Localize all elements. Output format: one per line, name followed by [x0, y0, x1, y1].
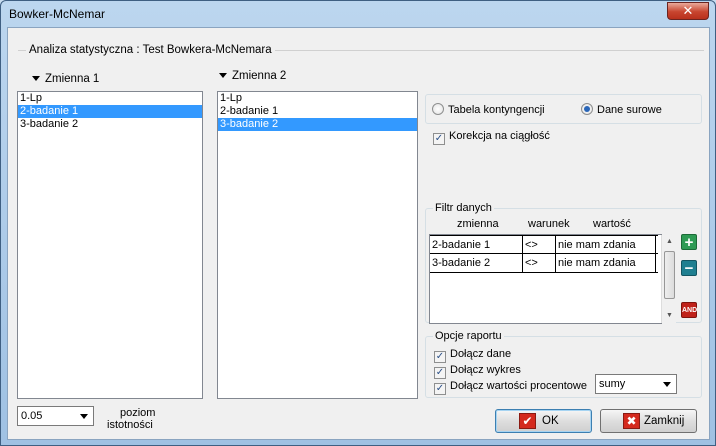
close-icon: ✖ — [623, 413, 640, 429]
title-bar[interactable]: Bowker-McNemar ✕ — [1, 1, 715, 27]
and-label: AND — [682, 307, 698, 314]
include-percent-label: Dołącz wartości procentowe — [450, 380, 587, 392]
checkmark-icon: ✓ — [434, 367, 446, 379]
filter-cell-condition[interactable]: <> — [523, 254, 556, 272]
filter-title: Filtr danych — [433, 202, 494, 214]
include-percent-checkbox[interactable]: ✓ Dołącz wartości procentowe — [434, 380, 587, 395]
continuity-checkbox[interactable]: ✓ Korekcja na ciągłość — [433, 130, 550, 145]
table-row[interactable]: 2-badanie 1 <> nie mam zdania — [430, 235, 658, 254]
scroll-up-icon[interactable]: ▲ — [662, 235, 677, 249]
var2-listbox[interactable]: 1-Lp 2-badanie 1 3-badanie 2 — [217, 91, 418, 399]
filter-header-value: wartość — [593, 218, 631, 230]
percent-mode-value: sumy — [599, 378, 626, 390]
list-item[interactable]: 2-badanie 1 — [18, 105, 202, 118]
filter-cell-variable[interactable]: 2-badanie 1 — [430, 236, 523, 254]
filter-cell-value[interactable]: nie mam zdania — [556, 236, 656, 254]
var1-header[interactable]: Zmienna 1 — [32, 73, 99, 85]
significance-label-line2: istotności — [107, 419, 153, 431]
chevron-down-icon — [80, 414, 88, 419]
include-chart-label: Dołącz wykres — [450, 364, 521, 376]
checkmark-icon: ✓ — [434, 383, 446, 395]
list-item[interactable]: 3-badanie 2 — [218, 118, 417, 131]
close-label: Zamknij — [644, 415, 685, 427]
var1-header-label: Zmienna 1 — [45, 73, 100, 85]
scroll-thumb[interactable] — [664, 251, 675, 299]
list-item[interactable]: 3-badanie 2 — [18, 118, 202, 131]
radio-raw-data[interactable]: Dane surowe — [581, 103, 662, 116]
add-filter-button[interactable]: + — [681, 234, 697, 250]
significance-label-line1: poziom — [120, 407, 156, 419]
plus-icon: + — [684, 234, 694, 251]
window-title: Bowker-McNemar — [9, 7, 106, 21]
checkmark-icon: ✓ — [434, 351, 446, 363]
radio-contingency-label: Tabela kontyngencji — [448, 104, 545, 116]
var2-header[interactable]: Zmienna 2 — [219, 70, 286, 82]
remove-filter-button[interactable]: − — [681, 260, 697, 276]
triangle-down-icon — [219, 73, 227, 79]
radio-contingency-table[interactable]: Tabela kontyngencji — [432, 103, 545, 116]
filter-cell-value[interactable]: nie mam zdania — [556, 254, 656, 272]
significance-select[interactable]: 0.05 — [17, 406, 94, 426]
percent-mode-select[interactable]: sumy — [595, 374, 677, 394]
var2-header-label: Zmienna 2 — [232, 70, 287, 82]
filter-header-variable: zmienna — [457, 218, 499, 230]
continuity-label: Korekcja na ciągłość — [449, 130, 550, 142]
include-chart-checkbox[interactable]: ✓ Dołącz wykres — [434, 364, 521, 379]
filter-cell-condition[interactable]: <> — [523, 236, 556, 254]
list-item[interactable]: 1-Lp — [218, 92, 417, 105]
filter-scrollbar[interactable]: ▲ ▼ — [661, 235, 676, 323]
ok-button[interactable]: ✔ OK — [495, 409, 592, 433]
scroll-down-icon[interactable]: ▼ — [662, 309, 677, 323]
filter-cell-variable[interactable]: 3-badanie 2 — [430, 254, 523, 272]
checkmark-icon: ✔ — [519, 413, 536, 429]
minus-icon: − — [684, 260, 694, 277]
filter-header-condition: warunek — [528, 218, 570, 230]
table-row[interactable]: 3-badanie 2 <> nie mam zdania — [430, 254, 658, 273]
radio-icon — [432, 103, 444, 115]
dialog-window: Bowker-McNemar ✕ Analiza statystyczna : … — [0, 0, 716, 446]
filter-table[interactable]: 2-badanie 1 <> nie mam zdania 3-badanie … — [429, 234, 662, 324]
list-item[interactable]: 2-badanie 1 — [218, 105, 417, 118]
significance-value: 0.05 — [21, 410, 43, 422]
checkmark-icon: ✓ — [433, 133, 445, 145]
radio-raw-label: Dane surowe — [597, 104, 662, 116]
close-button[interactable]: ✖ Zamknij — [600, 409, 697, 433]
dialog-client-area: Analiza statystyczna : Test Bowkera-McNe… — [7, 27, 710, 440]
ok-label: OK — [542, 415, 559, 427]
include-data-checkbox[interactable]: ✓ Dołącz dane — [434, 348, 511, 363]
list-item[interactable]: 1-Lp — [18, 92, 202, 105]
window-close-button[interactable]: ✕ — [667, 2, 709, 20]
include-data-label: Dołącz dane — [450, 348, 512, 360]
and-filter-button[interactable]: AND — [681, 302, 697, 318]
close-icon: ✕ — [682, 3, 694, 18]
triangle-down-icon — [32, 76, 40, 82]
report-title: Opcje raportu — [433, 330, 504, 342]
chevron-down-icon — [663, 382, 671, 387]
var1-listbox[interactable]: 1-Lp 2-badanie 1 3-badanie 2 — [17, 91, 203, 399]
group-title: Analiza statystyczna : Test Bowkera-McNe… — [26, 44, 275, 56]
radio-icon — [581, 103, 593, 115]
